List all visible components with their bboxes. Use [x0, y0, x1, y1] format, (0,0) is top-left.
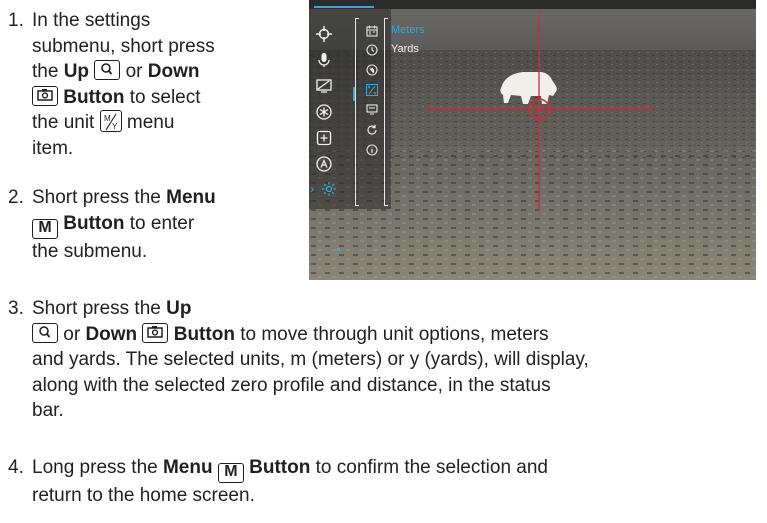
down-label: Down	[147, 61, 200, 82]
step-4: 4. Long press the Menu M Button to confi…	[8, 455, 758, 515]
menu-key-icon: M	[217, 463, 244, 483]
button-label: Button	[243, 457, 311, 478]
step-text: the submenu.	[32, 240, 148, 262]
up-label: Up	[63, 61, 90, 82]
button-label: Button	[58, 212, 125, 234]
step-3: 3. Short press the Up or Down Button to …	[8, 296, 758, 426]
step-text: bar.	[32, 400, 64, 421]
up-label: Up	[166, 298, 192, 319]
down-label: Down	[85, 323, 138, 345]
step-text: menu	[121, 112, 175, 133]
step-text: to confirm the selection and	[310, 457, 548, 478]
step-number: 2.	[8, 187, 24, 208]
menu-key-icon: M	[32, 218, 58, 239]
step-text: Long press the	[32, 457, 163, 478]
units-menu-icon: MY	[99, 110, 122, 132]
button-label: Button	[58, 86, 125, 108]
camera-key-icon	[32, 85, 58, 106]
step-text: or	[120, 61, 148, 82]
reticle	[425, 14, 653, 210]
zoom-key-icon	[94, 60, 121, 80]
step-text: the unit	[32, 112, 100, 133]
step-1: 1. In the settings submenu, short press …	[8, 8, 298, 168]
step-text: along with the selected zero profile and…	[32, 374, 551, 396]
step-text: the	[32, 61, 64, 82]
camera-key-icon	[142, 322, 169, 343]
menu-label: Menu	[162, 457, 213, 478]
step-2: 2. Short press the Menu M Button to ente…	[8, 185, 298, 265]
step-number: 3.	[8, 298, 24, 319]
step-text: submenu, short press	[32, 35, 215, 57]
step-text: return to the home screen.	[32, 485, 255, 506]
menu-label: Menu	[166, 187, 216, 208]
step-number: 4.	[8, 457, 24, 478]
step-text: item.	[32, 137, 74, 159]
step-text: or	[58, 323, 86, 345]
svg-text:M: M	[104, 114, 111, 123]
device-screen: › Meters Yards	[309, 0, 756, 280]
step-text: In the settings	[32, 10, 151, 31]
step-text: to select	[124, 86, 201, 108]
svg-text:Y: Y	[112, 122, 118, 131]
step-number: 1.	[8, 10, 24, 31]
step-text: Short press the	[32, 298, 167, 319]
zoom-key-icon	[32, 322, 58, 343]
step-text: Short press the	[32, 187, 167, 208]
status-dot	[337, 248, 340, 251]
button-label: Button	[168, 323, 235, 345]
step-text: to enter	[124, 212, 195, 234]
step-text: to move through unit options, meters	[234, 323, 549, 345]
step-text: and yards. The selected units, m (meters…	[32, 349, 589, 370]
